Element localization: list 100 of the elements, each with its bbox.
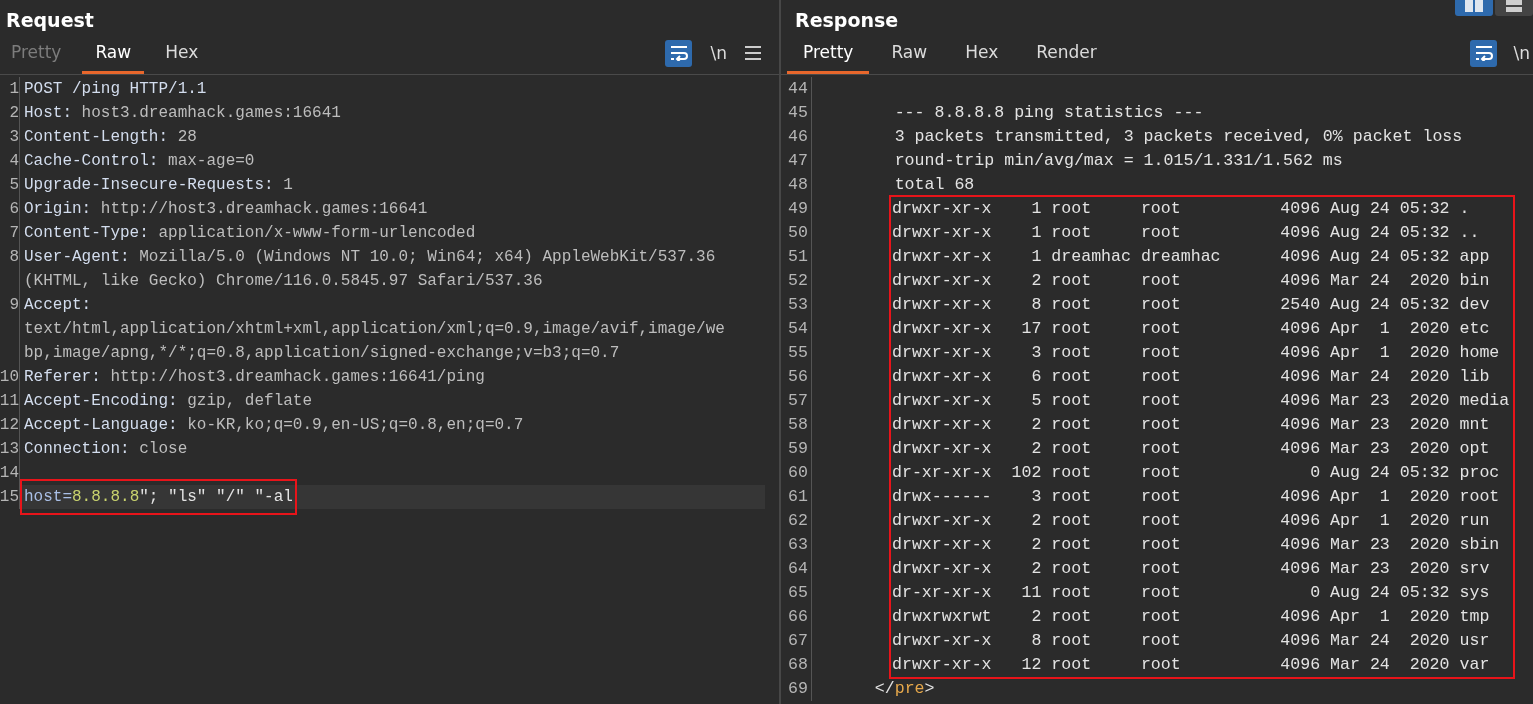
- listing-group: root: [1140, 485, 1281, 509]
- param-name: host=: [24, 488, 72, 506]
- line-number: 63: [788, 534, 809, 556]
- line-number: 53: [788, 294, 809, 316]
- listing-month: Aug: [1330, 294, 1360, 316]
- tab[interactable]: Raw: [82, 32, 145, 74]
- listing-links: 2: [1030, 534, 1042, 556]
- line-number: 12: [0, 413, 20, 437]
- listing-name: var: [1459, 654, 1490, 676]
- listing-owner: root: [1051, 606, 1093, 628]
- newline-toggle-button[interactable]: \n: [710, 43, 727, 63]
- listing-size: 4096: [1280, 222, 1321, 244]
- listing-day: 23: [1369, 533, 1390, 557]
- header-value: close: [138, 440, 188, 458]
- listing-time: 05:32: [1399, 222, 1450, 244]
- header-value: application/x-www-form-urlencoded: [157, 224, 476, 242]
- line-number: 59: [788, 438, 809, 460]
- listing-day: 1: [1369, 485, 1390, 509]
- tab[interactable]: Raw: [875, 32, 944, 74]
- listing-group: root: [1140, 509, 1281, 533]
- header-value: bp,image/apng,*/*;q=0.8,application/signed-exchange;v=b3;q=0.7: [24, 344, 620, 362]
- listing-group: root: [1140, 365, 1281, 389]
- header-name: Referer:: [24, 368, 101, 386]
- line-number: 61: [788, 486, 809, 508]
- tab[interactable]: Hex: [152, 32, 212, 74]
- listing-perm: drwxr-xr-x: [892, 246, 993, 268]
- listing-perm: drwxr-xr-x: [892, 558, 993, 580]
- tab[interactable]: Pretty: [787, 32, 870, 74]
- listing-time: 2020: [1408, 366, 1450, 388]
- listing-month: Mar: [1330, 270, 1360, 292]
- listing-owner: root: [1051, 510, 1093, 532]
- listing-month: Apr: [1330, 606, 1360, 628]
- listing-month: Aug: [1330, 462, 1360, 484]
- code-text: round-trip min/avg/max = 1.015/1.331/1.562 ms: [893, 151, 1343, 170]
- listing-size: 4096: [1280, 414, 1321, 436]
- header-value: (KHTML, like Gecko) Chrome/116.0.5845.97 Safari/537.36: [24, 272, 543, 290]
- listing-name: opt: [1459, 438, 1490, 460]
- listing-owner: root: [1051, 558, 1093, 580]
- line-number: 68: [788, 654, 809, 676]
- newline-toggle-button[interactable]: \n: [1513, 43, 1530, 63]
- listing-size: 4096: [1280, 654, 1321, 676]
- line-number: 7: [0, 221, 20, 245]
- header-name: POST /ping HTTP/1.1: [24, 80, 207, 98]
- listing-group: root: [1140, 293, 1281, 317]
- tab[interactable]: Render: [1020, 32, 1113, 74]
- listing-time: 2020: [1408, 510, 1450, 532]
- header-name: Accept-Encoding:: [24, 392, 178, 410]
- listing-perm: drwxr-xr-x: [892, 414, 993, 436]
- listing-group: root: [1140, 653, 1281, 677]
- listing-day: 24: [1369, 245, 1390, 269]
- wrap-button[interactable]: [1470, 39, 1498, 67]
- line-number: 3: [0, 125, 20, 149]
- line-number: 4: [0, 149, 20, 173]
- listing-owner: root: [1051, 390, 1093, 412]
- stacked-layout-button[interactable]: [1495, 0, 1533, 16]
- line-number: 60: [788, 462, 809, 484]
- listing-group: root: [1140, 461, 1281, 485]
- listing-owner: root: [1051, 366, 1093, 388]
- line-number: 51: [788, 246, 809, 268]
- listing-time: 2020: [1408, 486, 1450, 508]
- side-by-side-layout-button[interactable]: [1455, 0, 1493, 16]
- line-number: 56: [788, 366, 809, 388]
- listing-links: 2: [1030, 558, 1042, 580]
- tab[interactable]: Hex: [949, 32, 1015, 74]
- listing-perm: drwxr-xr-x: [892, 630, 993, 652]
- listing-time: 2020: [1408, 318, 1450, 340]
- listing-size: 4096: [1280, 630, 1321, 652]
- wrap-button[interactable]: [665, 39, 693, 67]
- listing-size: 0: [1309, 582, 1321, 604]
- listing-group: root: [1140, 317, 1281, 341]
- listing-perm: drwxr-xr-x: [892, 390, 993, 412]
- listing-owner: root: [1051, 534, 1093, 556]
- listing-perm: dr-xr-xr-x: [892, 462, 993, 484]
- listing-links: 2: [1030, 438, 1042, 460]
- listing-group: root: [1140, 629, 1281, 653]
- listing-size: 4096: [1280, 390, 1321, 412]
- listing-day: 1: [1369, 341, 1390, 365]
- listing-links: 3: [1030, 486, 1042, 508]
- menu-button[interactable]: [745, 46, 761, 60]
- listing-links: 8: [1030, 294, 1042, 316]
- header-name: Accept-Language:: [24, 416, 178, 434]
- code-text: total 68: [893, 175, 975, 194]
- listing-group: dreamhac: [1140, 245, 1281, 269]
- line-number: 49: [788, 198, 809, 220]
- listing-month: Aug: [1330, 582, 1360, 604]
- listing-links: 8: [1030, 630, 1042, 652]
- line-number: 46: [788, 126, 809, 148]
- listing-links: 1: [1030, 222, 1042, 244]
- listing-group: root: [1140, 269, 1281, 293]
- listing-owner: root: [1051, 342, 1093, 364]
- listing-size: 2540: [1280, 294, 1321, 316]
- listing-links: 1: [1030, 198, 1042, 220]
- line-number: 1: [0, 77, 20, 101]
- listing-name: tmp: [1459, 606, 1490, 628]
- listing-day: 24: [1369, 197, 1390, 221]
- header-name: Content-Length:: [24, 128, 169, 146]
- listing-group: root: [1140, 341, 1281, 365]
- code-text: --- 8.8.8.8 ping statistics ---: [893, 103, 1204, 122]
- listing-owner: root: [1051, 630, 1093, 652]
- listing-perm: drwxrwxrwt: [892, 606, 993, 628]
